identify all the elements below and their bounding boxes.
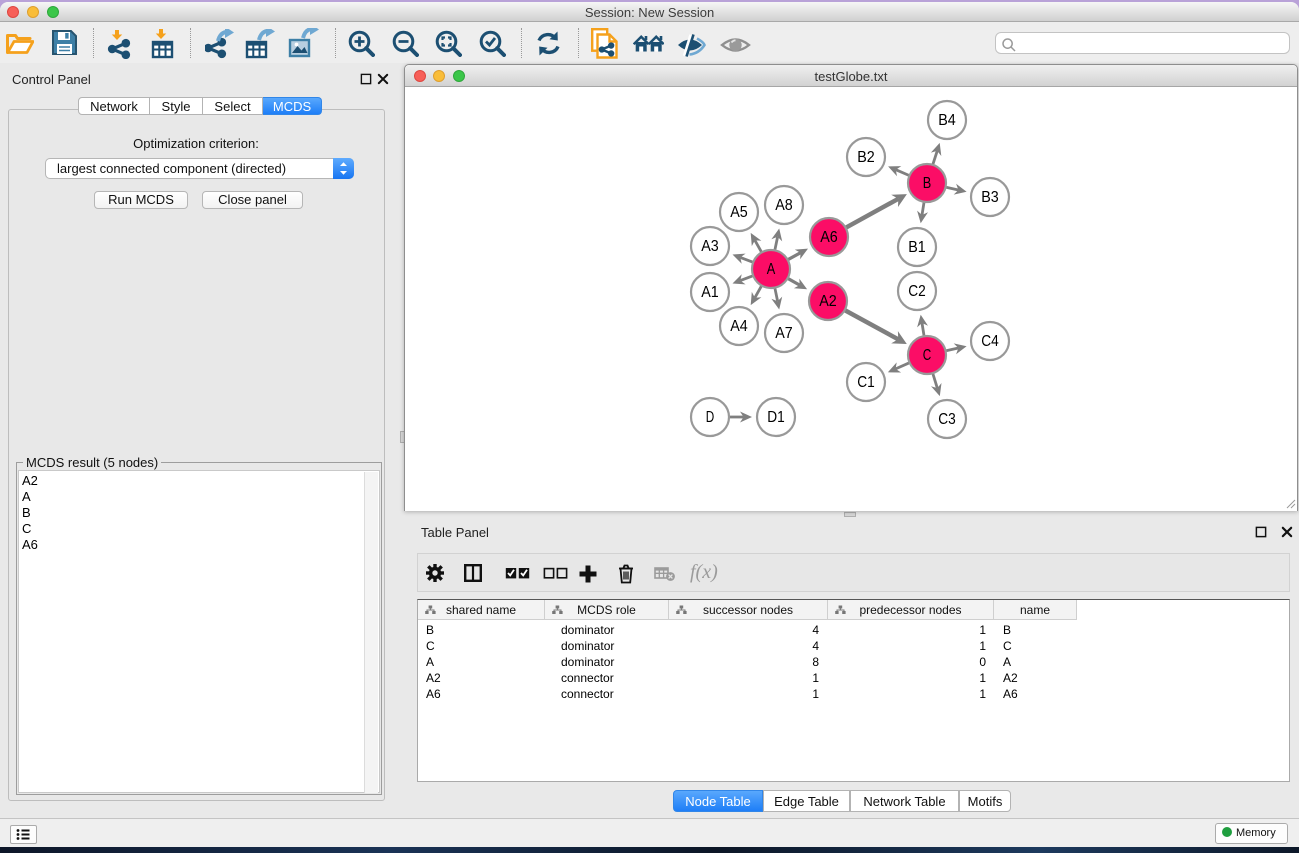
svg-text:B4: B4 [938, 112, 956, 129]
svg-text:B: B [923, 175, 932, 192]
svg-text:A5: A5 [730, 204, 748, 221]
svg-text:A7: A7 [775, 325, 793, 342]
svg-text:A3: A3 [701, 238, 719, 255]
svg-text:C4: C4 [981, 333, 999, 350]
svg-text:C1: C1 [857, 374, 875, 391]
svg-text:B2: B2 [857, 149, 875, 166]
svg-text:B1: B1 [908, 239, 926, 256]
svg-text:C3: C3 [938, 411, 956, 428]
svg-text:B3: B3 [981, 189, 999, 206]
svg-text:A8: A8 [775, 197, 793, 214]
svg-text:A6: A6 [820, 229, 838, 246]
svg-text:C2: C2 [908, 283, 926, 300]
svg-text:A: A [767, 261, 776, 278]
svg-text:A1: A1 [701, 284, 719, 301]
svg-text:A4: A4 [730, 318, 748, 335]
svg-text:A2: A2 [819, 293, 837, 310]
svg-text:D: D [706, 409, 715, 426]
svg-text:D1: D1 [767, 409, 785, 426]
svg-text:C: C [923, 347, 932, 364]
